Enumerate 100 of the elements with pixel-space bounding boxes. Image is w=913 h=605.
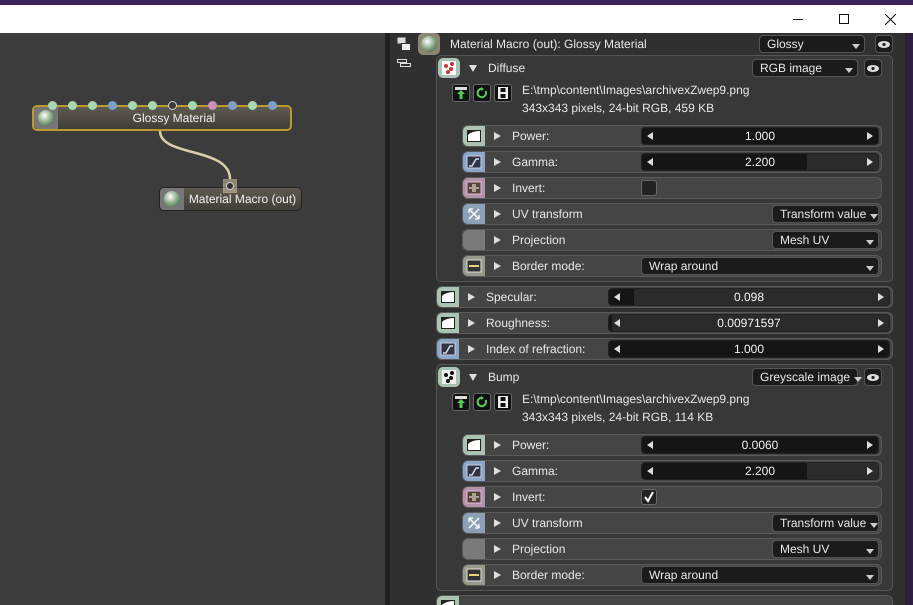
blank-tile-icon <box>463 230 485 250</box>
input-pin[interactable] <box>208 101 217 110</box>
image-info: 343x343 pixels, 24-bit RGB, 114 KB <box>522 410 714 424</box>
file-path: E:\tmp\content\Images\archivexZwep9.png <box>522 392 750 406</box>
caret-icon <box>870 214 878 220</box>
property-label: Projection <box>511 233 566 247</box>
value-slider[interactable]: 1.000 <box>641 127 879 145</box>
property-label: Power: <box>511 129 550 143</box>
caret-icon <box>870 522 878 528</box>
border-icon <box>463 256 485 276</box>
material-ball-icon <box>418 33 440 55</box>
dropdown[interactable]: RGB image <box>752 59 858 77</box>
checkmark-icon <box>643 491 655 503</box>
list-icon[interactable] <box>397 59 411 67</box>
group-label: Diffuse <box>487 61 526 75</box>
visibility-button[interactable] <box>864 368 882 386</box>
expand-toggle[interactable] <box>466 63 480 73</box>
visibility-button[interactable] <box>864 59 882 77</box>
expand-toggle[interactable] <box>466 372 480 382</box>
invert-icon <box>463 487 485 507</box>
material-ball-icon <box>164 191 180 207</box>
group-label: Bump <box>487 370 520 384</box>
texture-icon <box>438 58 460 78</box>
property-label: Border mode: <box>511 259 586 273</box>
animation-button[interactable] <box>494 393 512 411</box>
input-pin[interactable] <box>108 101 117 110</box>
property-label: Gamma: <box>511 155 560 169</box>
caret-icon <box>852 44 860 50</box>
property-label: Roughness: <box>485 316 552 330</box>
eye-icon <box>867 64 879 72</box>
dropdown[interactable]: Transform value <box>772 205 879 223</box>
input-pin[interactable] <box>68 101 77 110</box>
value-slider[interactable]: 0.00971597 <box>608 314 890 332</box>
upload-icon <box>455 396 467 408</box>
dropdown[interactable]: Transform value <box>772 514 879 532</box>
gamma-curve-icon <box>463 461 485 481</box>
border-icon <box>463 565 485 585</box>
input-pin[interactable] <box>88 101 97 110</box>
power-curve-icon <box>437 287 459 307</box>
node-title: Material Macro (out) <box>188 192 298 206</box>
animation-button[interactable] <box>494 84 512 102</box>
upload-icon <box>455 87 467 99</box>
caret-icon <box>866 574 874 580</box>
caret-icon <box>866 266 874 272</box>
output-pin-icon <box>223 179 237 193</box>
property-label: Specular: <box>485 290 538 304</box>
material-ball-icon <box>38 110 54 126</box>
input-pin[interactable] <box>228 101 237 110</box>
image-info: 343x343 pixels, 24-bit RGB, 459 KB <box>522 101 716 115</box>
input-pin[interactable] <box>128 101 137 110</box>
dropdown[interactable]: Wrap around <box>641 257 879 275</box>
reload-button[interactable] <box>473 84 491 102</box>
property-label: UV transform <box>511 207 584 221</box>
texture-icon <box>438 367 460 387</box>
film-icon <box>497 396 509 408</box>
value-slider[interactable]: 2.200 <box>641 153 879 171</box>
power-curve-icon <box>437 313 459 333</box>
property-label: Border mode: <box>511 568 586 582</box>
eye-icon <box>878 40 890 48</box>
value-slider[interactable]: 1.000 <box>608 340 890 358</box>
checkbox[interactable] <box>641 489 657 505</box>
property-label: Index of refraction: <box>485 342 586 356</box>
property-label: Invert: <box>511 490 546 504</box>
caret-icon <box>845 68 853 74</box>
input-pin[interactable] <box>268 101 277 110</box>
dropdown[interactable]: Wrap around <box>641 566 879 584</box>
visibility-button[interactable] <box>875 35 893 53</box>
arrows-icon <box>463 204 485 224</box>
arrows-icon <box>463 513 485 533</box>
load-file-button[interactable] <box>452 84 470 102</box>
blank-tile-icon <box>463 539 485 559</box>
value-slider[interactable]: 0.098 <box>608 288 890 306</box>
value-slider[interactable]: 0.0060 <box>641 436 879 454</box>
power-curve-icon <box>463 435 485 455</box>
input-pin[interactable] <box>188 101 197 110</box>
load-file-button[interactable] <box>452 393 470 411</box>
property-label: Power: <box>511 438 550 452</box>
invert-icon <box>463 178 485 198</box>
input-pin[interactable] <box>48 101 57 110</box>
input-pin[interactable] <box>148 101 157 110</box>
material-type-dropdown[interactable]: Glossy <box>759 35 865 53</box>
value-slider[interactable]: 2.200 <box>641 462 879 480</box>
caret-icon <box>854 376 862 382</box>
dropdown[interactable]: Mesh UV <box>772 231 879 249</box>
checkbox[interactable] <box>641 180 657 196</box>
eye-icon <box>867 374 879 380</box>
reload-button[interactable] <box>473 393 491 411</box>
file-path: E:\tmp\content\Images\archivexZwep9.png <box>522 83 750 97</box>
input-pin[interactable] <box>248 101 257 110</box>
gamma-curve-icon <box>437 339 459 359</box>
dropdown[interactable]: Mesh UV <box>772 540 879 558</box>
caret-icon <box>866 548 874 554</box>
graph-node[interactable]: Material Macro (out) <box>159 187 302 211</box>
refresh-icon <box>476 396 488 408</box>
minimize-icon <box>793 18 803 20</box>
input-pin[interactable] <box>168 101 177 110</box>
power-curve-icon <box>463 126 485 146</box>
maximize-icon <box>839 14 849 24</box>
windows-icon[interactable] <box>397 37 411 51</box>
inspector-title: Material Macro (out): Glossy Material <box>450 37 648 51</box>
